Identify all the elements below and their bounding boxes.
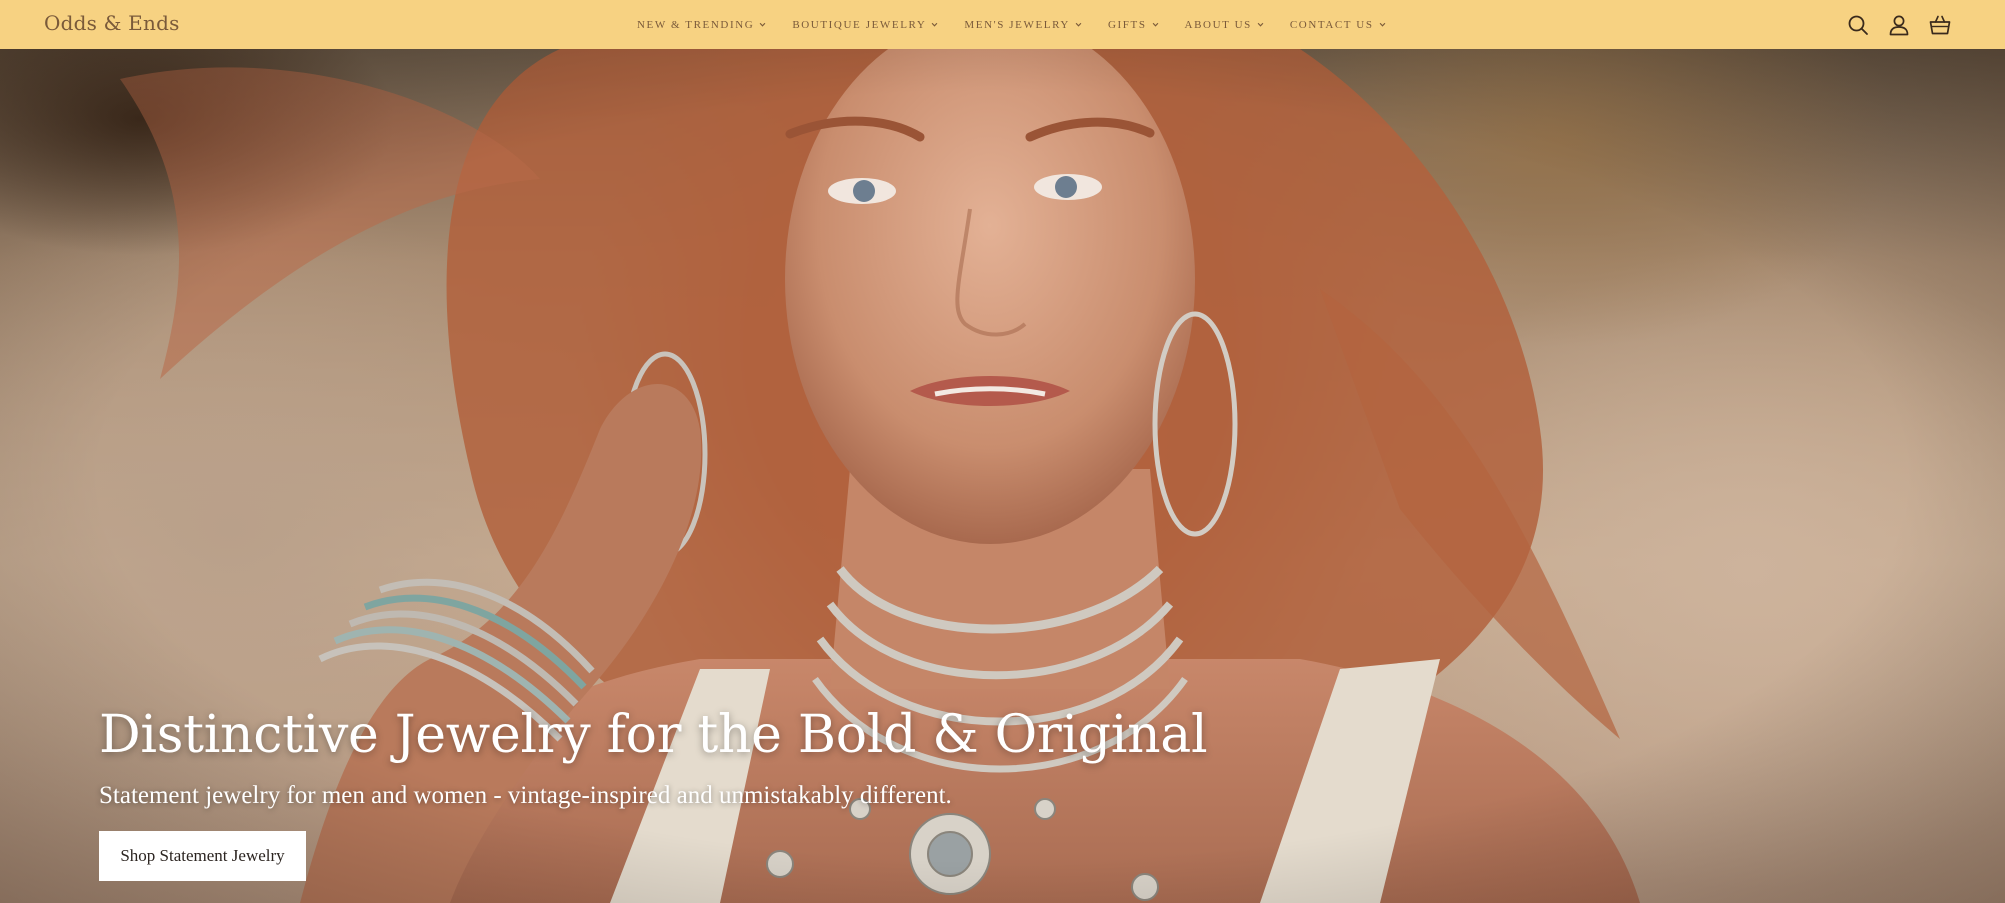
chevron-down-icon — [1075, 22, 1082, 27]
header-icons — [1847, 0, 1951, 49]
nav-item-label: New & Trending — [637, 18, 755, 31]
nav-item-label: Boutique Jewelry — [792, 18, 927, 31]
nav-item-label: Contact Us — [1289, 18, 1374, 31]
search-icon — [1848, 15, 1868, 35]
nav-item-label: Gifts — [1107, 18, 1147, 31]
cart-icon — [1929, 15, 1951, 34]
chevron-down-icon — [1152, 22, 1158, 27]
chevron-down-icon — [1257, 22, 1264, 27]
account-button[interactable] — [1888, 14, 1910, 36]
search-button[interactable] — [1847, 14, 1869, 36]
account-icon — [1889, 15, 1909, 35]
chevron-down-icon — [1379, 22, 1385, 27]
hero-title: Distinctive Jewelry for the Bold & Origi… — [99, 705, 1208, 765]
nav-item-mens-jewelry[interactable]: Men's Jewelry — [964, 19, 1082, 31]
site-header: Odds & Ends New & Trending Boutique Jewe… — [0, 0, 2005, 49]
chevron-down-icon — [759, 22, 766, 27]
hero-banner: Distinctive Jewelry for the Bold & Origi… — [0, 49, 2005, 903]
nav-item-label: Men's Jewelry — [964, 18, 1070, 31]
shop-statement-jewelry-button[interactable]: Shop Statement Jewelry — [99, 831, 306, 881]
main-nav: New & Trending Boutique Jewelry Men's Je… — [637, 0, 1386, 49]
nav-item-label: About Us — [1184, 18, 1252, 31]
nav-item-boutique-jewelry[interactable]: Boutique Jewelry — [792, 19, 938, 31]
nav-item-about-us[interactable]: About Us — [1185, 19, 1264, 31]
hero-image — [0, 49, 2005, 903]
hero-subtitle: Statement jewelry for men and women - vi… — [99, 782, 952, 809]
nav-item-new-trending[interactable]: New & Trending — [637, 19, 766, 31]
nav-item-gifts[interactable]: Gifts — [1108, 19, 1159, 31]
chevron-down-icon — [932, 22, 938, 27]
site-logo[interactable]: Odds & Ends — [44, 11, 180, 35]
nav-item-contact-us[interactable]: Contact Us — [1290, 19, 1386, 31]
cart-button[interactable] — [1929, 14, 1951, 36]
